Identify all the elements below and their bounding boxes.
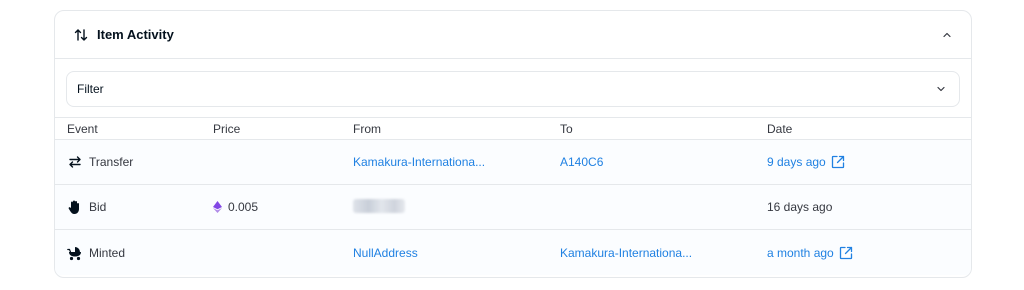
hand-icon [67, 199, 83, 215]
ethereum-icon [213, 201, 222, 213]
column-header-price: Price [213, 121, 241, 136]
column-header-from: From [353, 121, 381, 136]
external-link-icon[interactable] [839, 246, 853, 260]
chevron-up-icon[interactable] [941, 29, 953, 41]
date-text: 16 days ago [767, 200, 833, 214]
column-header-date: Date [767, 121, 793, 136]
chevron-down-icon [935, 83, 947, 95]
price-value: 0.005 [228, 200, 259, 214]
filter-dropdown[interactable]: Filter [66, 71, 960, 107]
date-link[interactable]: a month ago [767, 246, 834, 260]
to-address-link[interactable]: A140C6 [560, 155, 603, 169]
event-label: Minted [89, 245, 126, 260]
price-cell: 0.005 [213, 200, 258, 214]
event-label: Bid [89, 200, 107, 214]
filter-label: Filter [77, 82, 104, 96]
from-address-link[interactable]: NullAddress [353, 246, 418, 260]
table-row: Minted NullAddress Kamakura-Internationa… [55, 230, 971, 275]
event-cell: Bid [67, 199, 106, 215]
table-header: Event Price From To Date [55, 118, 971, 140]
external-link-icon[interactable] [831, 155, 845, 169]
filter-container: Filter [55, 59, 971, 118]
table-row: Bid 0.005 16 days ago [55, 185, 971, 230]
item-activity-panel: Item Activity Filter Event Price From To… [54, 10, 972, 278]
date-cell: 9 days ago [767, 155, 845, 169]
column-header-event: Event [67, 121, 98, 136]
to-address-link[interactable]: Kamakura-Internationa... [560, 246, 692, 260]
date-cell: 16 days ago [767, 200, 832, 214]
from-address-link[interactable]: Kamakura-Internationa... [353, 155, 485, 169]
stroller-icon [67, 245, 83, 261]
swap-vertical-icon [73, 27, 89, 43]
panel-title: Item Activity [97, 27, 174, 42]
event-cell: Transfer [67, 154, 133, 170]
event-cell: Minted [67, 245, 125, 261]
event-label: Transfer [89, 155, 134, 169]
item-activity-header[interactable]: Item Activity [55, 11, 971, 59]
table-row: Transfer Kamakura-Internationa... A140C6… [55, 140, 971, 185]
transfer-arrows-icon [67, 154, 83, 170]
column-header-to: To [560, 121, 573, 136]
date-cell: a month ago [767, 246, 853, 260]
redacted-address [353, 198, 405, 213]
from-address-redacted [353, 198, 405, 216]
date-link[interactable]: 9 days ago [767, 155, 826, 169]
